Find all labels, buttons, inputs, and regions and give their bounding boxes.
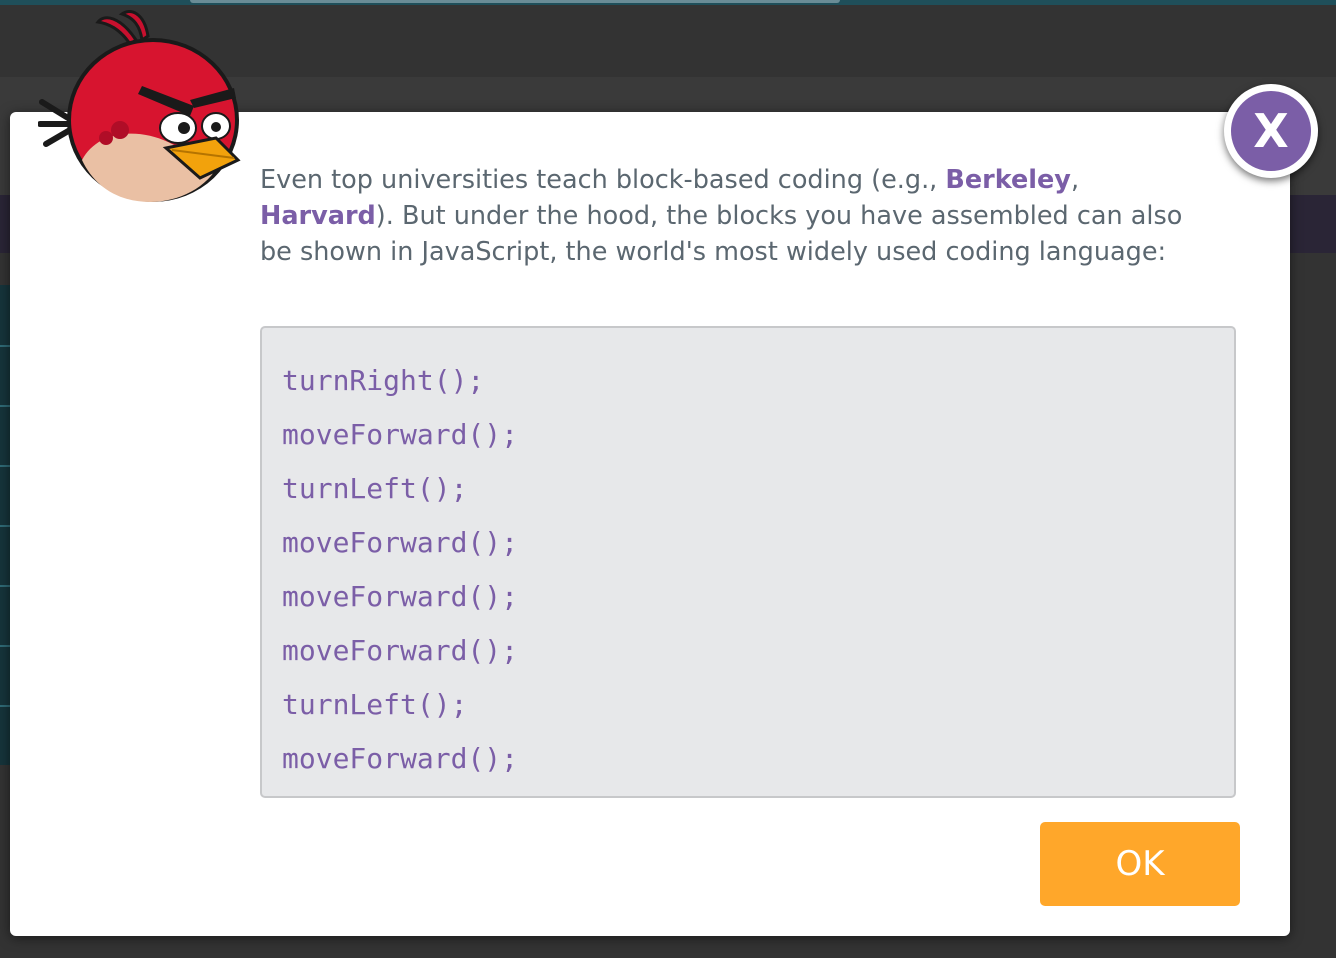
red-bird-icon bbox=[37, 10, 244, 210]
code-line: turnRight(); bbox=[282, 364, 485, 397]
dialog-message: Even top universities teach block-based … bbox=[260, 162, 1220, 270]
code-dialog: Even top universities teach block-based … bbox=[10, 112, 1290, 936]
berkeley-link[interactable]: Berkeley bbox=[945, 165, 1071, 195]
code-line: moveForward(); bbox=[282, 580, 519, 613]
code-line: moveForward(); bbox=[282, 634, 519, 667]
javascript-code-box: turnRight(); moveForward(); turnLeft(); … bbox=[260, 326, 1236, 798]
message-text-end: ). But under the hood, the blocks you ha… bbox=[260, 201, 1183, 267]
background-search-pill bbox=[190, 0, 840, 3]
code-line: turnLeft(); bbox=[282, 688, 468, 721]
code-line: turnLeft(); bbox=[282, 472, 468, 505]
code-line: moveForward(); bbox=[282, 418, 519, 451]
code-line: moveForward(); bbox=[282, 526, 519, 559]
code-line: moveForward(); bbox=[282, 742, 519, 775]
message-separator: , bbox=[1070, 165, 1080, 195]
close-button[interactable]: X bbox=[1224, 84, 1318, 178]
message-text-start: Even top universities teach block-based … bbox=[260, 165, 946, 195]
close-icon: X bbox=[1231, 91, 1311, 171]
harvard-link[interactable]: Harvard bbox=[260, 201, 376, 231]
ok-button[interactable]: OK bbox=[1040, 822, 1240, 906]
